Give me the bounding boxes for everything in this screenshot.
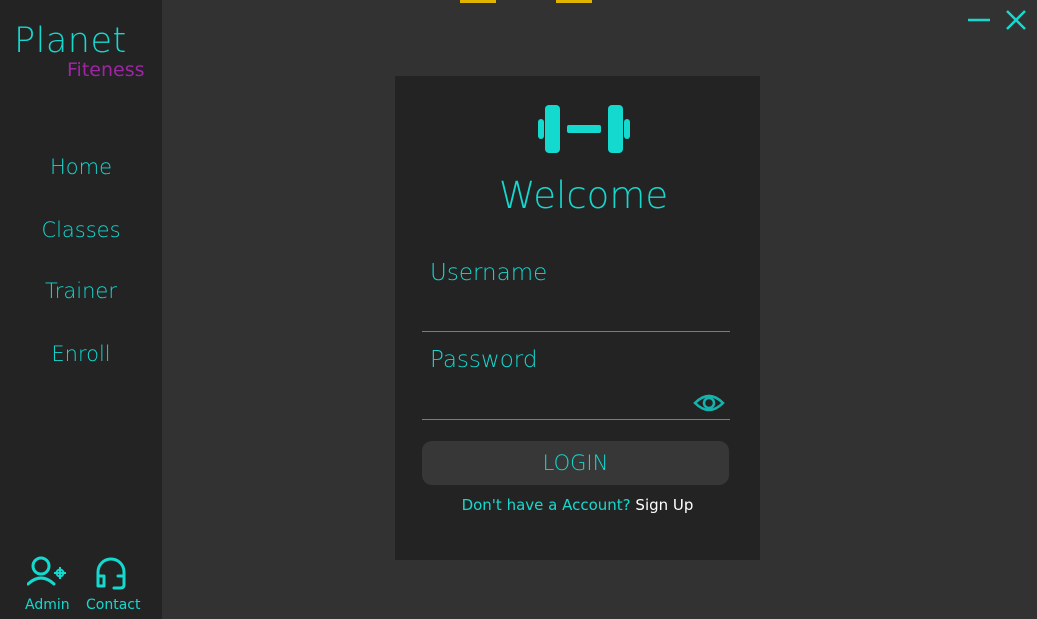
close-button[interactable] <box>1004 8 1028 36</box>
signup-link[interactable]: Sign Up <box>635 496 693 514</box>
password-input[interactable] <box>422 388 690 416</box>
sidebar: Planet Fiteness Home Classes Trainer Enr… <box>0 0 162 619</box>
admin-label[interactable]: Admin <box>25 598 70 612</box>
top-accent-left <box>460 0 496 3</box>
username-underline <box>422 331 730 332</box>
top-accent-right <box>556 0 592 3</box>
sidebar-item-enroll[interactable]: Enroll <box>0 344 162 365</box>
username-input[interactable] <box>422 300 730 328</box>
headset-icon <box>96 557 126 590</box>
password-underline <box>422 419 730 420</box>
login-panel: Welcome Username Password LOGIN Don't ha… <box>395 76 760 560</box>
brand-title: Planet <box>14 21 127 61</box>
welcome-title: Welcome <box>498 174 669 217</box>
dumbbell-icon <box>538 105 630 153</box>
brand-subtitle: Fiteness <box>67 59 145 81</box>
login-button[interactable]: LOGIN <box>422 441 729 485</box>
signup-prompt: Don't have a Account? <box>461 496 631 514</box>
username-label: Username <box>430 260 548 286</box>
user-gear-icon <box>26 556 66 586</box>
sidebar-item-trainer[interactable]: Trainer <box>0 281 162 302</box>
password-label: Password <box>430 347 538 373</box>
sidebar-item-home[interactable]: Home <box>0 157 162 178</box>
contact-button[interactable] <box>93 555 129 595</box>
app-window: Planet Fiteness Home Classes Trainer Enr… <box>0 0 1037 619</box>
close-icon <box>1006 10 1026 30</box>
minimize-icon <box>968 18 990 22</box>
eye-icon <box>693 394 725 412</box>
sidebar-item-classes[interactable]: Classes <box>0 220 162 241</box>
signup-row: Don't have a Account? Sign Up <box>395 498 760 513</box>
admin-button[interactable] <box>26 555 69 593</box>
show-password-toggle[interactable] <box>693 391 725 419</box>
contact-label[interactable]: Contact <box>86 598 140 612</box>
minimize-button[interactable] <box>966 8 992 36</box>
